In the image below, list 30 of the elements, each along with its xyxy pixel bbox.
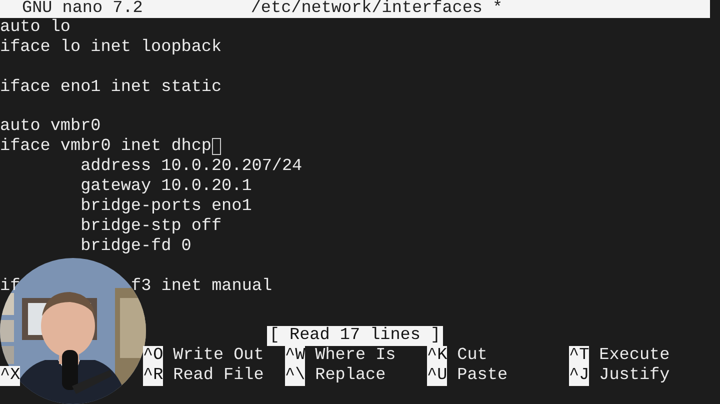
shortcut-label: Cut bbox=[457, 346, 488, 366]
shortcut-label: Paste bbox=[457, 366, 508, 386]
code-line: gateway 10.0.20.1 bbox=[80, 177, 252, 198]
shortcut-label: Justify bbox=[599, 366, 670, 386]
code-line: f3 inet manual bbox=[131, 276, 272, 296]
code-line: auto lo bbox=[0, 18, 70, 38]
app-version: GNU nano 7.2 bbox=[22, 0, 143, 18]
shortcut-label: Write Out bbox=[173, 346, 264, 366]
shortcut-label: Replace bbox=[315, 366, 386, 386]
shortcut-key: ^R bbox=[143, 366, 164, 386]
shortcut-key: ^K bbox=[427, 346, 448, 366]
shortcut-key: ^O bbox=[143, 346, 164, 366]
file-name: /etc/network/interfaces * bbox=[250, 0, 503, 18]
shortcut-label: Read File bbox=[173, 366, 264, 386]
code-line: bridge-stp off bbox=[80, 216, 222, 237]
shortcut-label: Execute bbox=[599, 346, 670, 366]
shortcut-key: ^\ bbox=[285, 366, 306, 386]
shortcut-key: ^U bbox=[427, 366, 448, 386]
code-line: auto vmbr0 bbox=[0, 117, 101, 138]
status-message: [ Read 17 lines ] bbox=[267, 326, 443, 346]
shortcut-key: ^X bbox=[0, 366, 20, 386]
code-line: address 10.0.20.207/24 bbox=[80, 157, 302, 178]
code-line: iface lo inet loopback bbox=[0, 38, 222, 58]
code-line: iface vmbr0 inet dhcp bbox=[0, 137, 212, 158]
code-line: iface eno1 inet static bbox=[0, 78, 222, 98]
shortcut-key: ^T bbox=[569, 346, 590, 366]
shortcut-key: ^J bbox=[569, 366, 590, 386]
code-line: bridge-fd 0 bbox=[80, 236, 192, 257]
code-line: bridge-ports eno1 bbox=[80, 197, 252, 217]
shortcut-label: Where Is bbox=[315, 346, 396, 366]
